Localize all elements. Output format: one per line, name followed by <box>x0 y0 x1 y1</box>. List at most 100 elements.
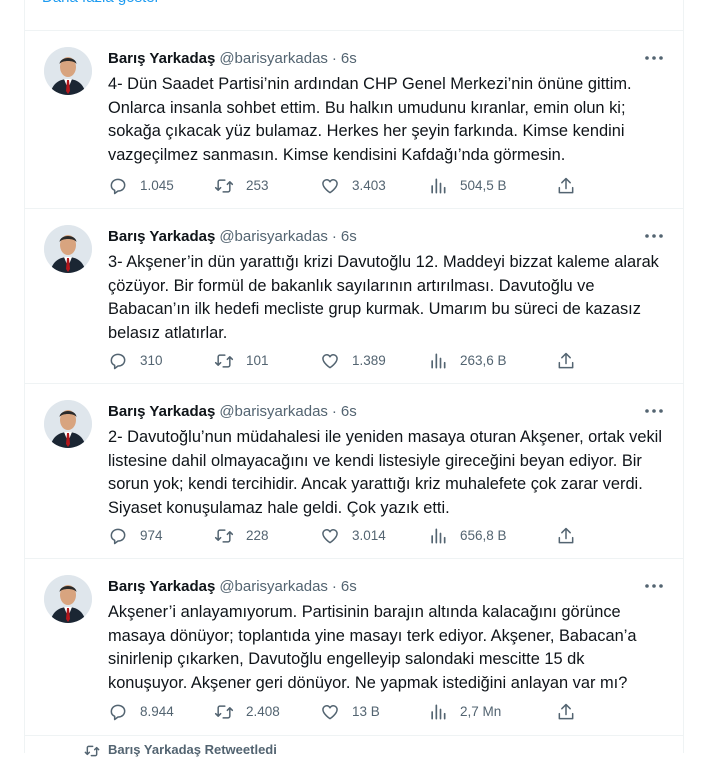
tweet-actions: 8.944 2.408 13 B 2,7 Mn <box>108 700 588 724</box>
views-button[interactable]: 504,5 B <box>428 174 507 198</box>
avatar[interactable] <box>44 47 92 95</box>
retweet-count: 253 <box>246 178 269 193</box>
separator: · <box>331 578 337 595</box>
tweet-header: Barış Yarkadaş @barisyarkadas · 6s <box>108 402 357 422</box>
author-handle[interactable]: @barisyarkadas <box>219 403 328 420</box>
views-button[interactable]: 263,6 B <box>428 349 507 373</box>
views-icon <box>431 178 446 194</box>
tweet-text: 4- Dün Saadet Partisi’nin ardından CHP G… <box>108 75 632 164</box>
views-count: 263,6 B <box>460 353 507 368</box>
like-count: 13 B <box>352 704 380 719</box>
avatar[interactable] <box>44 400 92 448</box>
retweeted-indicator[interactable]: Barış Yarkadaş Retweetledi <box>84 742 277 759</box>
like-count: 3.403 <box>352 178 386 193</box>
retweet-icon <box>214 705 234 719</box>
share-button[interactable] <box>556 524 576 548</box>
retweet-count: 2.408 <box>246 704 280 719</box>
retweet-icon <box>84 745 100 756</box>
retweet-icon <box>214 529 234 543</box>
share-icon <box>558 703 574 720</box>
retweet-button[interactable]: 228 <box>214 524 269 548</box>
views-icon <box>431 353 446 369</box>
more-icon[interactable] <box>642 225 666 247</box>
tweet-actions: 310 101 1.389 263,6 B <box>108 349 588 373</box>
timestamp[interactable]: 6s <box>341 50 357 67</box>
separator: · <box>331 403 337 420</box>
like-count: 3.014 <box>352 528 386 543</box>
heart-icon <box>322 705 338 720</box>
author-name[interactable]: Barış Yarkadaş <box>108 578 215 595</box>
retweet-count: 101 <box>246 353 269 368</box>
author-handle[interactable]: @barisyarkadas <box>219 578 328 595</box>
author-name[interactable]: Barış Yarkadaş <box>108 403 215 420</box>
tweet[interactable]: Barış Yarkadaş @barisyarkadas · 6s 2- Davut… <box>24 384 684 559</box>
reply-icon <box>110 178 126 195</box>
timestamp[interactable]: 6s <box>341 228 357 245</box>
tweet-actions: 1.045 253 3.403 504,5 B <box>108 174 588 198</box>
reply-icon <box>110 704 126 721</box>
reply-button[interactable]: 310 <box>108 349 163 373</box>
more-icon[interactable] <box>642 400 666 422</box>
heart-icon <box>322 354 338 369</box>
tweet-text: Akşener’i anlayamıyorum. Partisinin bara… <box>108 603 637 692</box>
reply-icon <box>110 353 126 370</box>
tweet[interactable]: Barış Yarkadaş @barisyarkadas · 6s Akşener’… <box>24 559 684 736</box>
share-icon <box>558 177 574 194</box>
heart-icon <box>322 179 338 194</box>
tweet[interactable]: Barış Yarkadaş @barisyarkadas · 6s 4- Dün S… <box>24 31 684 209</box>
like-button[interactable]: 3.014 <box>320 524 386 548</box>
tweet-text: 2- Davutoğlu’nun müdahalesi ile yeniden … <box>108 428 662 517</box>
reply-button[interactable]: 8.944 <box>108 700 174 724</box>
separator: · <box>331 50 337 67</box>
author-name[interactable]: Barış Yarkadaş <box>108 228 215 245</box>
tweet-header: Barış Yarkadaş @barisyarkadas · 6s <box>108 227 357 247</box>
reply-count: 1.045 <box>140 178 174 193</box>
share-button[interactable] <box>556 174 576 198</box>
share-icon <box>558 527 574 544</box>
avatar[interactable] <box>44 575 92 623</box>
views-button[interactable]: 2,7 Mn <box>428 700 501 724</box>
separator: · <box>331 228 337 245</box>
tweet-actions: 974 228 3.014 656,8 B <box>108 524 588 548</box>
reply-button[interactable]: 974 <box>108 524 163 548</box>
heart-icon <box>322 529 338 544</box>
more-icon[interactable] <box>642 575 666 597</box>
share-button[interactable] <box>556 700 576 724</box>
views-icon <box>431 704 446 720</box>
views-button[interactable]: 656,8 B <box>428 524 507 548</box>
views-icon <box>431 528 446 544</box>
author-name[interactable]: Barış Yarkadaş <box>108 50 215 67</box>
retweet-button[interactable]: 2.408 <box>214 700 280 724</box>
reply-count: 974 <box>140 528 163 543</box>
reply-count: 310 <box>140 353 163 368</box>
retweet-count: 228 <box>246 528 269 543</box>
timestamp[interactable]: 6s <box>341 578 357 595</box>
tweet-header: Barış Yarkadaş @barisyarkadas · 6s <box>108 49 357 69</box>
share-icon <box>558 352 574 369</box>
reply-count: 8.944 <box>140 704 174 719</box>
timestamp[interactable]: 6s <box>341 403 357 420</box>
retweeted-label: Barış Yarkadaş Retweetledi <box>108 742 277 757</box>
tweet[interactable]: Barış Yarkadaş @barisyarkadas · 6s 3- Akşen… <box>24 209 684 384</box>
retweet-icon <box>214 179 234 193</box>
like-button[interactable]: 13 B <box>320 700 380 724</box>
author-handle[interactable]: @barisyarkadas <box>219 50 328 67</box>
views-count: 2,7 Mn <box>460 704 502 719</box>
retweet-button[interactable]: 253 <box>214 174 269 198</box>
views-count: 504,5 B <box>460 178 507 193</box>
more-icon[interactable] <box>642 47 666 69</box>
author-handle[interactable]: @barisyarkadas <box>219 228 328 245</box>
views-count: 656,8 B <box>460 528 507 543</box>
like-button[interactable]: 3.403 <box>320 174 386 198</box>
reply-button[interactable]: 1.045 <box>108 174 174 198</box>
like-button[interactable]: 1.389 <box>320 349 386 373</box>
retweet-icon <box>214 354 234 368</box>
retweet-button[interactable]: 101 <box>214 349 269 373</box>
reply-icon <box>110 528 126 545</box>
share-button[interactable] <box>556 349 576 373</box>
show-more-link[interactable]: Daha fazla göster <box>42 0 160 8</box>
tweet-text: 3- Akşener’in dün yarattığı krizi Davuto… <box>108 253 659 342</box>
tweet-header: Barış Yarkadaş @barisyarkadas · 6s <box>108 577 357 597</box>
avatar[interactable] <box>44 225 92 273</box>
like-count: 1.389 <box>352 353 386 368</box>
